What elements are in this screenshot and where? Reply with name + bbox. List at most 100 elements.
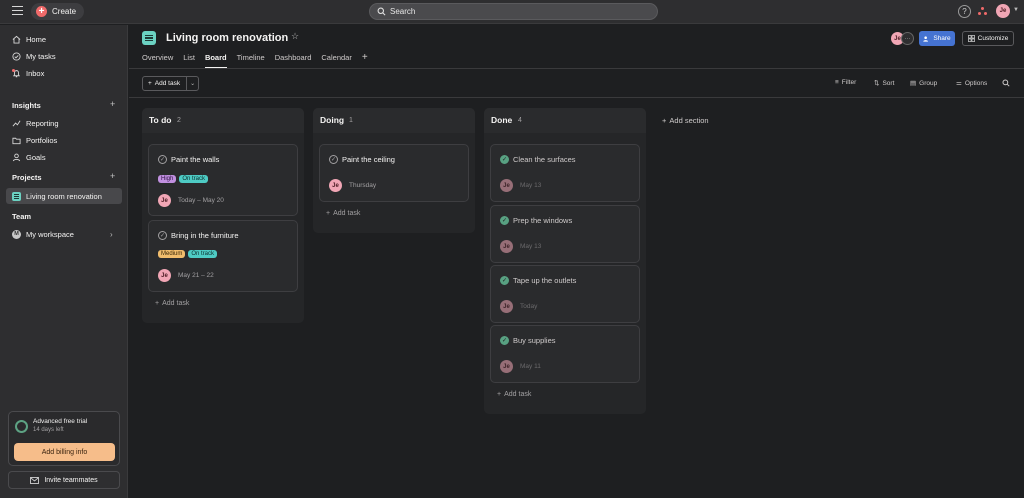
project-title[interactable]: Living room renovation [166, 32, 288, 44]
sidebar-item-portfolios[interactable]: Portfolios [6, 132, 122, 148]
task-due-date[interactable]: Thursday [349, 182, 376, 189]
task-card[interactable]: ✓ Tape up the outlets Je Today [490, 265, 640, 323]
customize-button[interactable]: Customize [962, 31, 1014, 46]
task-title-row: ✓ Paint the walls [158, 155, 219, 164]
share-button[interactable]: Share [919, 31, 955, 46]
task-meta: Je May 21 – 22 [158, 269, 214, 282]
assignee-avatar[interactable]: Je [329, 179, 342, 192]
sidebar-item-home[interactable]: Home [6, 31, 122, 47]
assignee-avatar[interactable]: Je [500, 179, 513, 192]
options-button[interactable]: ⚌ Options [956, 79, 987, 88]
task-title: Tape up the outlets [513, 276, 577, 285]
task-title: Prep the windows [513, 216, 573, 225]
task-meta: Je Today – May 20 [158, 194, 224, 207]
filter-button[interactable]: ≡ Filter [835, 79, 856, 86]
assignee-avatar[interactable]: Je [500, 300, 513, 313]
add-task-in-column[interactable]: + Add task [155, 300, 189, 307]
chevron-down-icon[interactable]: ⌄ [187, 77, 198, 90]
tab-timeline[interactable]: Timeline [237, 53, 265, 68]
task-title-row: ✓ Clean the surfaces [500, 155, 576, 164]
tab-board[interactable]: Board [204, 53, 227, 68]
task-due-date[interactable]: Today [520, 303, 537, 310]
projects-heading: Projects [12, 173, 42, 182]
sidebar-item-my-tasks[interactable]: My tasks [6, 48, 122, 64]
apps-dots-icon[interactable] [978, 7, 988, 16]
project-header: Living room renovation ⌄ ☆ Overview List… [129, 25, 1024, 69]
add-task-in-column[interactable]: + Add task [497, 391, 531, 398]
task-due-date[interactable]: May 13 [520, 182, 541, 189]
search-input[interactable]: Search [369, 3, 658, 20]
tab-calendar[interactable]: Calendar [321, 53, 351, 68]
group-icon: ▤ [910, 80, 917, 87]
assignee-avatar[interactable]: Je [500, 240, 513, 253]
task-tags: High On track [158, 175, 209, 183]
trial-title: Advanced free trial [33, 418, 88, 425]
completed-check-icon[interactable]: ✓ [500, 336, 509, 345]
column-title[interactable]: Done [491, 115, 512, 125]
task-due-date[interactable]: Today – May 20 [178, 197, 224, 204]
insights-heading: Insights [12, 101, 41, 110]
star-icon[interactable]: ☆ [291, 31, 299, 42]
task-title-row: ✓ Bring in the furniture [158, 231, 239, 240]
tab-list[interactable]: List [183, 53, 195, 68]
group-label: Group [919, 79, 938, 87]
help-icon[interactable]: ? [958, 5, 971, 18]
sidebar-item-goals[interactable]: Goals [6, 149, 122, 165]
sort-button[interactable]: ⇅ Sort [874, 79, 895, 88]
project-members[interactable]: Je ··· [891, 32, 914, 45]
tab-dashboard[interactable]: Dashboard [275, 53, 312, 68]
task-card[interactable]: ✓ Buy supplies Je May 11 [490, 325, 640, 383]
complete-checkbox-icon[interactable]: ✓ [158, 155, 167, 164]
column-title[interactable]: Doing [320, 115, 344, 125]
add-task-main[interactable]: + Add task [143, 77, 188, 90]
task-title: Bring in the furniture [171, 231, 239, 240]
completed-check-icon[interactable]: ✓ [500, 216, 509, 225]
task-card[interactable]: ✓ Paint the walls High On track Je Today… [148, 144, 298, 216]
add-section-button[interactable]: + Add section [662, 116, 709, 125]
sidebar-item-living-room-renovation[interactable]: Living room renovation [6, 188, 122, 204]
user-avatar[interactable]: Je [996, 4, 1010, 18]
assignee-avatar[interactable]: Je [158, 194, 171, 207]
task-card[interactable]: ✓ Prep the windows Je May 13 [490, 205, 640, 263]
column-title[interactable]: To do [149, 115, 172, 125]
sidebar-item-label: Reporting [26, 118, 59, 128]
home-icon [12, 35, 21, 44]
sort-label: Sort [882, 79, 895, 87]
completed-check-icon[interactable]: ✓ [500, 276, 509, 285]
group-button[interactable]: ▤ Group [910, 79, 938, 88]
task-card[interactable]: ✓ Paint the ceiling Je Thursday [319, 144, 469, 202]
task-card[interactable]: ✓ Bring in the furniture Medium On track… [148, 220, 298, 292]
chevron-down-icon[interactable]: ⌄ [280, 33, 286, 41]
create-button[interactable]: + Create [31, 3, 85, 20]
add-task-in-column[interactable]: + Add task [326, 210, 360, 217]
completed-check-icon[interactable]: ✓ [500, 155, 509, 164]
sidebar-item-reporting[interactable]: Reporting [6, 115, 122, 131]
search-icon [377, 7, 386, 16]
add-billing-info-button[interactable]: Add billing info [14, 443, 115, 461]
chevron-right-icon[interactable]: › [110, 230, 113, 239]
invite-teammates-button[interactable]: Invite teammates [8, 471, 120, 489]
search-board-button[interactable] [1002, 79, 1010, 87]
task-card[interactable]: ✓ Clean the surfaces Je May 13 [490, 144, 640, 202]
assignee-avatar[interactable]: Je [158, 269, 171, 282]
add-insight-plus-icon[interactable]: + [110, 99, 115, 109]
column-count: 2 [177, 117, 181, 124]
check-circle-icon [12, 51, 21, 61]
tab-overview[interactable]: Overview [142, 53, 173, 68]
add-tab-plus-icon[interactable]: + [362, 53, 368, 68]
hamburger-menu-icon[interactable] [12, 6, 23, 16]
task-due-date[interactable]: May 13 [520, 243, 541, 250]
sidebar-item-inbox[interactable]: Inbox [6, 65, 122, 81]
assignee-avatar[interactable]: Je [500, 360, 513, 373]
plus-icon: + [662, 116, 667, 125]
task-due-date[interactable]: May 21 – 22 [178, 272, 214, 279]
task-due-date[interactable]: May 11 [520, 363, 541, 370]
task-title: Paint the ceiling [342, 155, 395, 164]
add-project-plus-icon[interactable]: + [110, 171, 115, 181]
sidebar-item-my-workspace[interactable]: M My workspace [6, 226, 122, 242]
add-task-button[interactable]: + Add task ⌄ [142, 76, 200, 91]
chevron-down-icon[interactable]: ▼ [1013, 7, 1019, 13]
complete-checkbox-icon[interactable]: ✓ [158, 231, 167, 240]
priority-tag: Medium [158, 250, 186, 258]
complete-checkbox-icon[interactable]: ✓ [329, 155, 338, 164]
